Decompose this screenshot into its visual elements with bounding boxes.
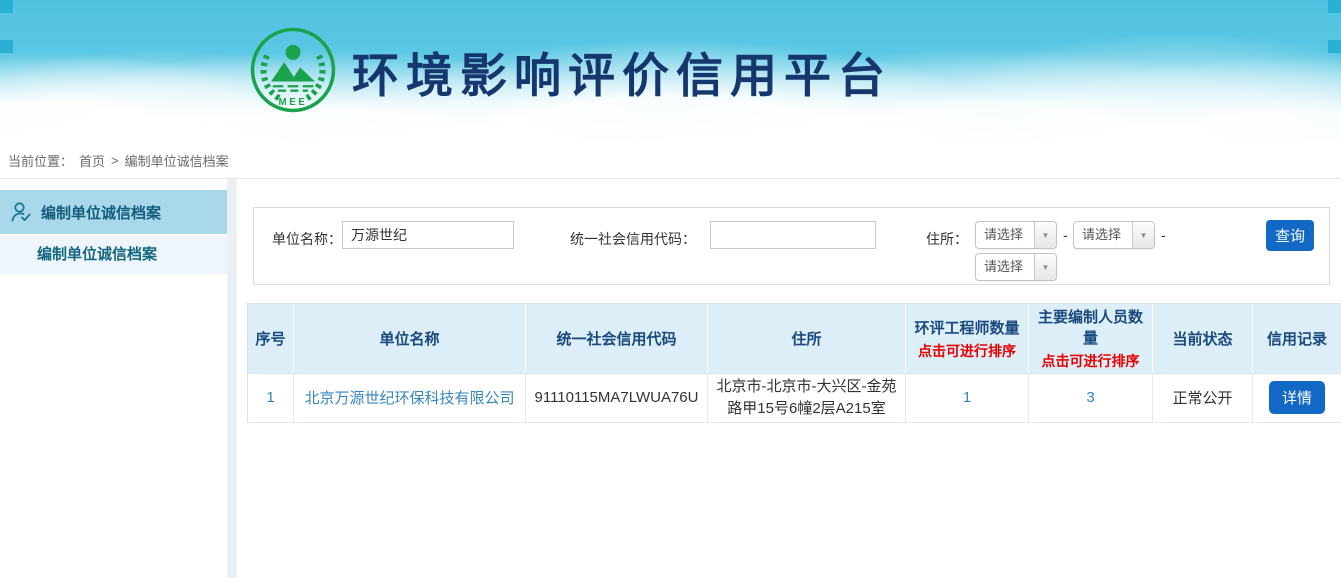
company-name-label: 单位名称：: [272, 229, 342, 249]
sidebar: 编制单位诚信档案 编制单位诚信档案: [0, 179, 227, 578]
main-content: 单位名称： 统一社会信用代码： 住所： 请选择 ▼ - 请选择 ▼ - 请选择 …: [237, 179, 1341, 578]
table-header-row: 序号 单位名称 统一社会信用代码 住所 环评工程师数量 点击可进行排序 主要编制…: [248, 304, 1341, 374]
detail-button[interactable]: 详情: [1269, 381, 1325, 414]
province-select[interactable]: 请选择 ▼: [975, 221, 1057, 249]
breadcrumb-home-link[interactable]: 首页: [79, 151, 105, 170]
col-header-label: 主要编制人员数量: [1033, 306, 1148, 348]
col-header-credit-record: 信用记录: [1253, 304, 1341, 374]
cell-engineer-count: 1: [906, 374, 1029, 423]
col-header-address: 住所: [708, 304, 906, 374]
province-select-value: 请选择: [976, 222, 1034, 248]
sort-hint: 点击可进行排序: [1033, 351, 1148, 371]
chevron-down-icon[interactable]: ▼: [1132, 222, 1154, 248]
col-header-label: 环评工程师数量: [910, 317, 1024, 338]
page-header: MEE 环境影响评价信用平台: [0, 0, 1341, 143]
address-dash: -: [1063, 227, 1068, 243]
cell-credit-record: 详情: [1253, 374, 1341, 423]
city-select-value: 请选择: [1074, 222, 1132, 248]
address-label: 住所：: [926, 229, 968, 249]
cell-status: 正常公开: [1153, 374, 1253, 423]
table-row: 1 北京万源世纪环保科技有限公司 91110115MA7LWUA76U 北京市-…: [248, 374, 1341, 423]
row-index: 1: [266, 389, 274, 406]
col-header-status: 当前状态: [1153, 304, 1253, 374]
corner-chip: [0, 0, 13, 13]
district-select[interactable]: 请选择 ▼: [975, 253, 1057, 281]
breadcrumb: 当前位置： 首页 > 编制单位诚信档案: [0, 143, 1341, 179]
sidebar-subitem-credit-archive[interactable]: 编制单位诚信档案: [0, 236, 227, 274]
col-header-company-name: 单位名称: [294, 304, 526, 374]
staff-count-link[interactable]: 3: [1086, 389, 1094, 406]
company-name-input[interactable]: [342, 221, 514, 249]
user-check-icon: [10, 201, 32, 223]
sidebar-divider: [227, 179, 237, 578]
sidebar-item-label: 编制单位诚信档案: [41, 202, 161, 223]
breadcrumb-current: 编制单位诚信档案: [125, 151, 229, 170]
results-table-wrap: 序号 单位名称 统一社会信用代码 住所 环评工程师数量 点击可进行排序 主要编制…: [247, 303, 1341, 423]
corner-chip: [0, 40, 13, 53]
city-select[interactable]: 请选择 ▼: [1073, 221, 1155, 249]
corner-chip: [1328, 0, 1341, 13]
corner-chip: [1328, 40, 1341, 53]
breadcrumb-prefix: 当前位置：: [8, 151, 73, 170]
cell-credit-code: 91110115MA7LWUA76U: [526, 374, 708, 423]
col-header-staff-count-sort[interactable]: 主要编制人员数量 点击可进行排序: [1029, 304, 1153, 374]
district-select-value: 请选择: [976, 254, 1034, 280]
results-table: 序号 单位名称 统一社会信用代码 住所 环评工程师数量 点击可进行排序 主要编制…: [247, 304, 1341, 423]
col-header-credit-code: 统一社会信用代码: [526, 304, 708, 374]
query-button[interactable]: 查询: [1266, 220, 1314, 251]
credit-code-label: 统一社会信用代码：: [570, 229, 696, 249]
logo-sun-icon: [286, 45, 301, 60]
address-dash: -: [1161, 227, 1166, 243]
chevron-down-icon[interactable]: ▼: [1034, 222, 1056, 248]
cell-company-name: 北京万源世纪环保科技有限公司: [294, 374, 526, 423]
logo-text: MEE: [279, 97, 308, 108]
sidebar-item-credit-archive[interactable]: 编制单位诚信档案: [0, 190, 227, 234]
mee-logo: MEE: [249, 26, 337, 114]
engineer-count-link[interactable]: 1: [963, 389, 971, 406]
cell-staff-count: 3: [1029, 374, 1153, 423]
credit-code-input[interactable]: [710, 221, 876, 249]
search-panel: 单位名称： 统一社会信用代码： 住所： 请选择 ▼ - 请选择 ▼ - 请选择 …: [253, 207, 1330, 285]
logo-mountains-icon: [271, 62, 315, 81]
breadcrumb-separator: >: [111, 153, 119, 168]
company-name-link[interactable]: 北京万源世纪环保科技有限公司: [304, 390, 514, 407]
site-title: 环境影响评价信用平台: [352, 37, 892, 106]
cell-address: 北京市-北京市-大兴区-金苑路甲15号6幢2层A215室: [708, 374, 906, 423]
sort-hint: 点击可进行排序: [910, 341, 1024, 361]
cell-index: 1: [248, 374, 294, 423]
col-header-index: 序号: [248, 304, 294, 374]
col-header-engineer-count-sort[interactable]: 环评工程师数量 点击可进行排序: [906, 304, 1029, 374]
chevron-down-icon[interactable]: ▼: [1034, 254, 1056, 280]
